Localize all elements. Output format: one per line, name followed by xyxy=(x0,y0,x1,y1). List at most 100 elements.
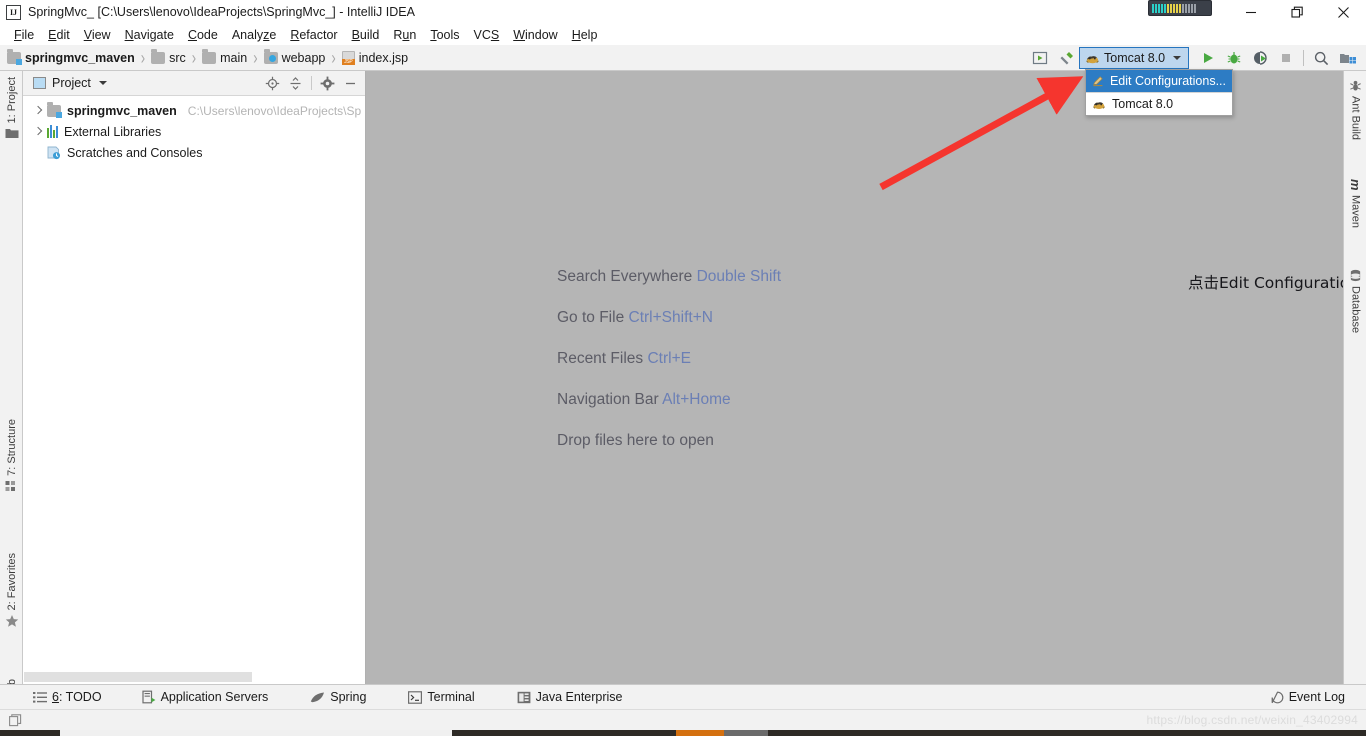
menu-help[interactable]: Help xyxy=(565,26,605,44)
maximize-icon[interactable] xyxy=(1274,0,1320,24)
application-servers-icon xyxy=(141,690,155,704)
stop-square-icon[interactable] xyxy=(1273,46,1299,70)
close-icon[interactable] xyxy=(1320,0,1366,24)
menu-item-edit-configurations[interactable]: Edit Configurations... xyxy=(1086,70,1232,92)
bottom-tab-label: Application Servers xyxy=(160,690,269,704)
hint-go-to-file: Go to File Ctrl+Shift+N xyxy=(557,309,713,326)
editor-empty-area: Search Everywhere Double Shift Go to Fil… xyxy=(366,71,1343,684)
libraries-icon xyxy=(47,125,58,138)
tree-node-external-libraries[interactable]: External Libraries xyxy=(23,121,365,142)
breadcrumb-item-main[interactable]: main xyxy=(202,48,247,65)
toolbar-divider xyxy=(1303,50,1304,66)
breadcrumb-item-module[interactable]: springmvc_maven xyxy=(7,48,135,65)
locate-crosshair-icon[interactable] xyxy=(262,73,283,94)
chevron-down-icon[interactable] xyxy=(98,81,107,85)
sidebar-item-project[interactable]: 1: Project xyxy=(0,77,23,139)
update-app-icon[interactable] xyxy=(1027,46,1053,70)
menu-tools[interactable]: Tools xyxy=(423,26,466,44)
run-configuration-selector[interactable]: Tomcat 8.0 xyxy=(1079,47,1189,69)
memory-indicator-widget[interactable] xyxy=(1148,0,1212,16)
tree-node-springmvc-maven[interactable]: springmvc_maven C:\Users\lenovo\IdeaProj… xyxy=(23,100,365,121)
run-play-icon[interactable] xyxy=(1195,46,1221,70)
bottom-tab-label: Terminal xyxy=(427,690,475,704)
menu-bar: File Edit View Navigate Code Analyze Ref… xyxy=(0,24,1366,45)
tree-node-scratches-and-consoles[interactable]: Scratches and Consoles xyxy=(23,142,365,163)
breadcrumb-item-webapp[interactable]: webapp xyxy=(263,48,325,65)
annotation-text: 点击Edit Configurations xyxy=(1188,274,1343,292)
panel-divider xyxy=(311,76,312,90)
tomcat-icon xyxy=(1086,55,1099,63)
menu-analyze[interactable]: Analyze xyxy=(225,26,283,44)
run-config-label: Tomcat 8.0 xyxy=(1104,51,1166,65)
folder-icon xyxy=(151,48,166,64)
menu-window[interactable]: Window xyxy=(506,26,564,44)
sidebar-item-database[interactable]: Database xyxy=(1344,269,1366,333)
bottom-tool-window-bar: 6: TODO Application Servers Spring Termi… xyxy=(0,684,1366,709)
menu-file[interactable]: File xyxy=(7,26,41,44)
title-bar: IJ SpringMvc_ [C:\Users\lenovo\IdeaProje… xyxy=(0,0,1366,24)
terminal-icon xyxy=(408,690,423,704)
minimize-dash-icon[interactable] xyxy=(340,73,361,94)
menu-navigate[interactable]: Navigate xyxy=(118,26,181,44)
chevron-right-icon[interactable] xyxy=(33,106,43,116)
intellij-idea-window: IJ SpringMvc_ [C:\Users\lenovo\IdeaProje… xyxy=(0,0,1366,736)
scrollbar-thumb[interactable] xyxy=(24,672,252,682)
breadcrumb-item-indexjsp[interactable]: index.jsp xyxy=(341,50,408,65)
module-folder-icon xyxy=(7,48,22,65)
menu-item-tomcat-80[interactable]: Tomcat 8.0 xyxy=(1086,93,1232,115)
database-icon xyxy=(1350,269,1361,282)
hammer-icon[interactable] xyxy=(1053,46,1079,70)
right-tool-window-strip: Ant Build m Maven Database xyxy=(1343,71,1366,684)
taskbar-app[interactable] xyxy=(724,730,768,736)
breadcrumb-separator: › xyxy=(191,47,197,68)
sidebar-item-ant-build[interactable]: Ant Build xyxy=(1344,79,1366,140)
debug-bug-icon[interactable] xyxy=(1221,46,1247,70)
taskbar-window-segment[interactable] xyxy=(60,730,452,736)
chevron-right-icon[interactable] xyxy=(33,127,43,137)
taskbar-active-app[interactable] xyxy=(676,730,724,736)
search-icon[interactable] xyxy=(1308,46,1334,70)
bottom-tab-java-enterprise[interactable]: Java Enterprise xyxy=(508,685,632,710)
breadcrumb-separator: › xyxy=(253,47,258,68)
menu-run[interactable]: Run xyxy=(386,26,423,44)
bottom-tab-label: Spring xyxy=(330,690,367,704)
bottom-tab-terminal[interactable]: Terminal xyxy=(399,685,483,710)
chevron-down-icon[interactable] xyxy=(1173,56,1182,60)
project-panel-title: Project xyxy=(52,76,91,90)
breadcrumb-item-src[interactable]: src xyxy=(151,48,186,65)
menu-view[interactable]: View xyxy=(77,26,118,44)
menu-edit[interactable]: Edit xyxy=(41,26,77,44)
structure-icon xyxy=(5,480,15,491)
project-structure-icon[interactable] xyxy=(1334,46,1360,70)
todo-list-icon xyxy=(33,691,47,703)
breadcrumb: springmvc_maven › src › main › webapp › … xyxy=(0,47,408,68)
menu-vcs[interactable]: VCS xyxy=(467,26,507,44)
sidebar-item-favorites[interactable]: 2: Favorites xyxy=(0,553,23,628)
gear-icon[interactable] xyxy=(317,73,338,94)
bottom-tab-todo[interactable]: 6: TODO xyxy=(24,685,111,710)
bottom-tab-spring[interactable]: Spring xyxy=(301,685,375,710)
coverage-icon[interactable] xyxy=(1247,46,1273,70)
spring-leaf-icon xyxy=(311,692,325,702)
project-panel-actions xyxy=(262,73,361,94)
project-tool-window: Project springmvc_maven C:\Users\lenovo\… xyxy=(23,71,366,684)
event-log-button[interactable]: Event Log xyxy=(1262,685,1354,710)
hint-recent-files: Recent Files Ctrl+E xyxy=(557,350,691,367)
bottom-tab-application-servers[interactable]: Application Servers xyxy=(133,685,278,710)
project-tree-horizontal-scrollbar[interactable] xyxy=(24,671,365,683)
breadcrumb-separator: › xyxy=(140,47,146,68)
hint-navigation-bar: Navigation Bar Alt+Home xyxy=(557,391,731,408)
menu-code[interactable]: Code xyxy=(181,26,225,44)
collapse-all-icon[interactable] xyxy=(285,73,306,94)
sidebar-item-maven[interactable]: m Maven xyxy=(1344,179,1366,228)
window-controls xyxy=(1228,0,1366,24)
sidebar-item-structure[interactable]: 7: Structure xyxy=(0,419,23,493)
toggle-toolbar-icon[interactable] xyxy=(9,713,22,727)
minimize-icon[interactable] xyxy=(1228,0,1274,24)
menu-build[interactable]: Build xyxy=(345,26,387,44)
run-configuration-dropdown-menu[interactable]: Edit Configurations... Tomcat 8.0 xyxy=(1085,69,1233,116)
intellij-idea-logo: IJ xyxy=(6,4,21,20)
project-panel-header: Project xyxy=(23,71,365,96)
menu-refactor[interactable]: Refactor xyxy=(283,26,344,44)
